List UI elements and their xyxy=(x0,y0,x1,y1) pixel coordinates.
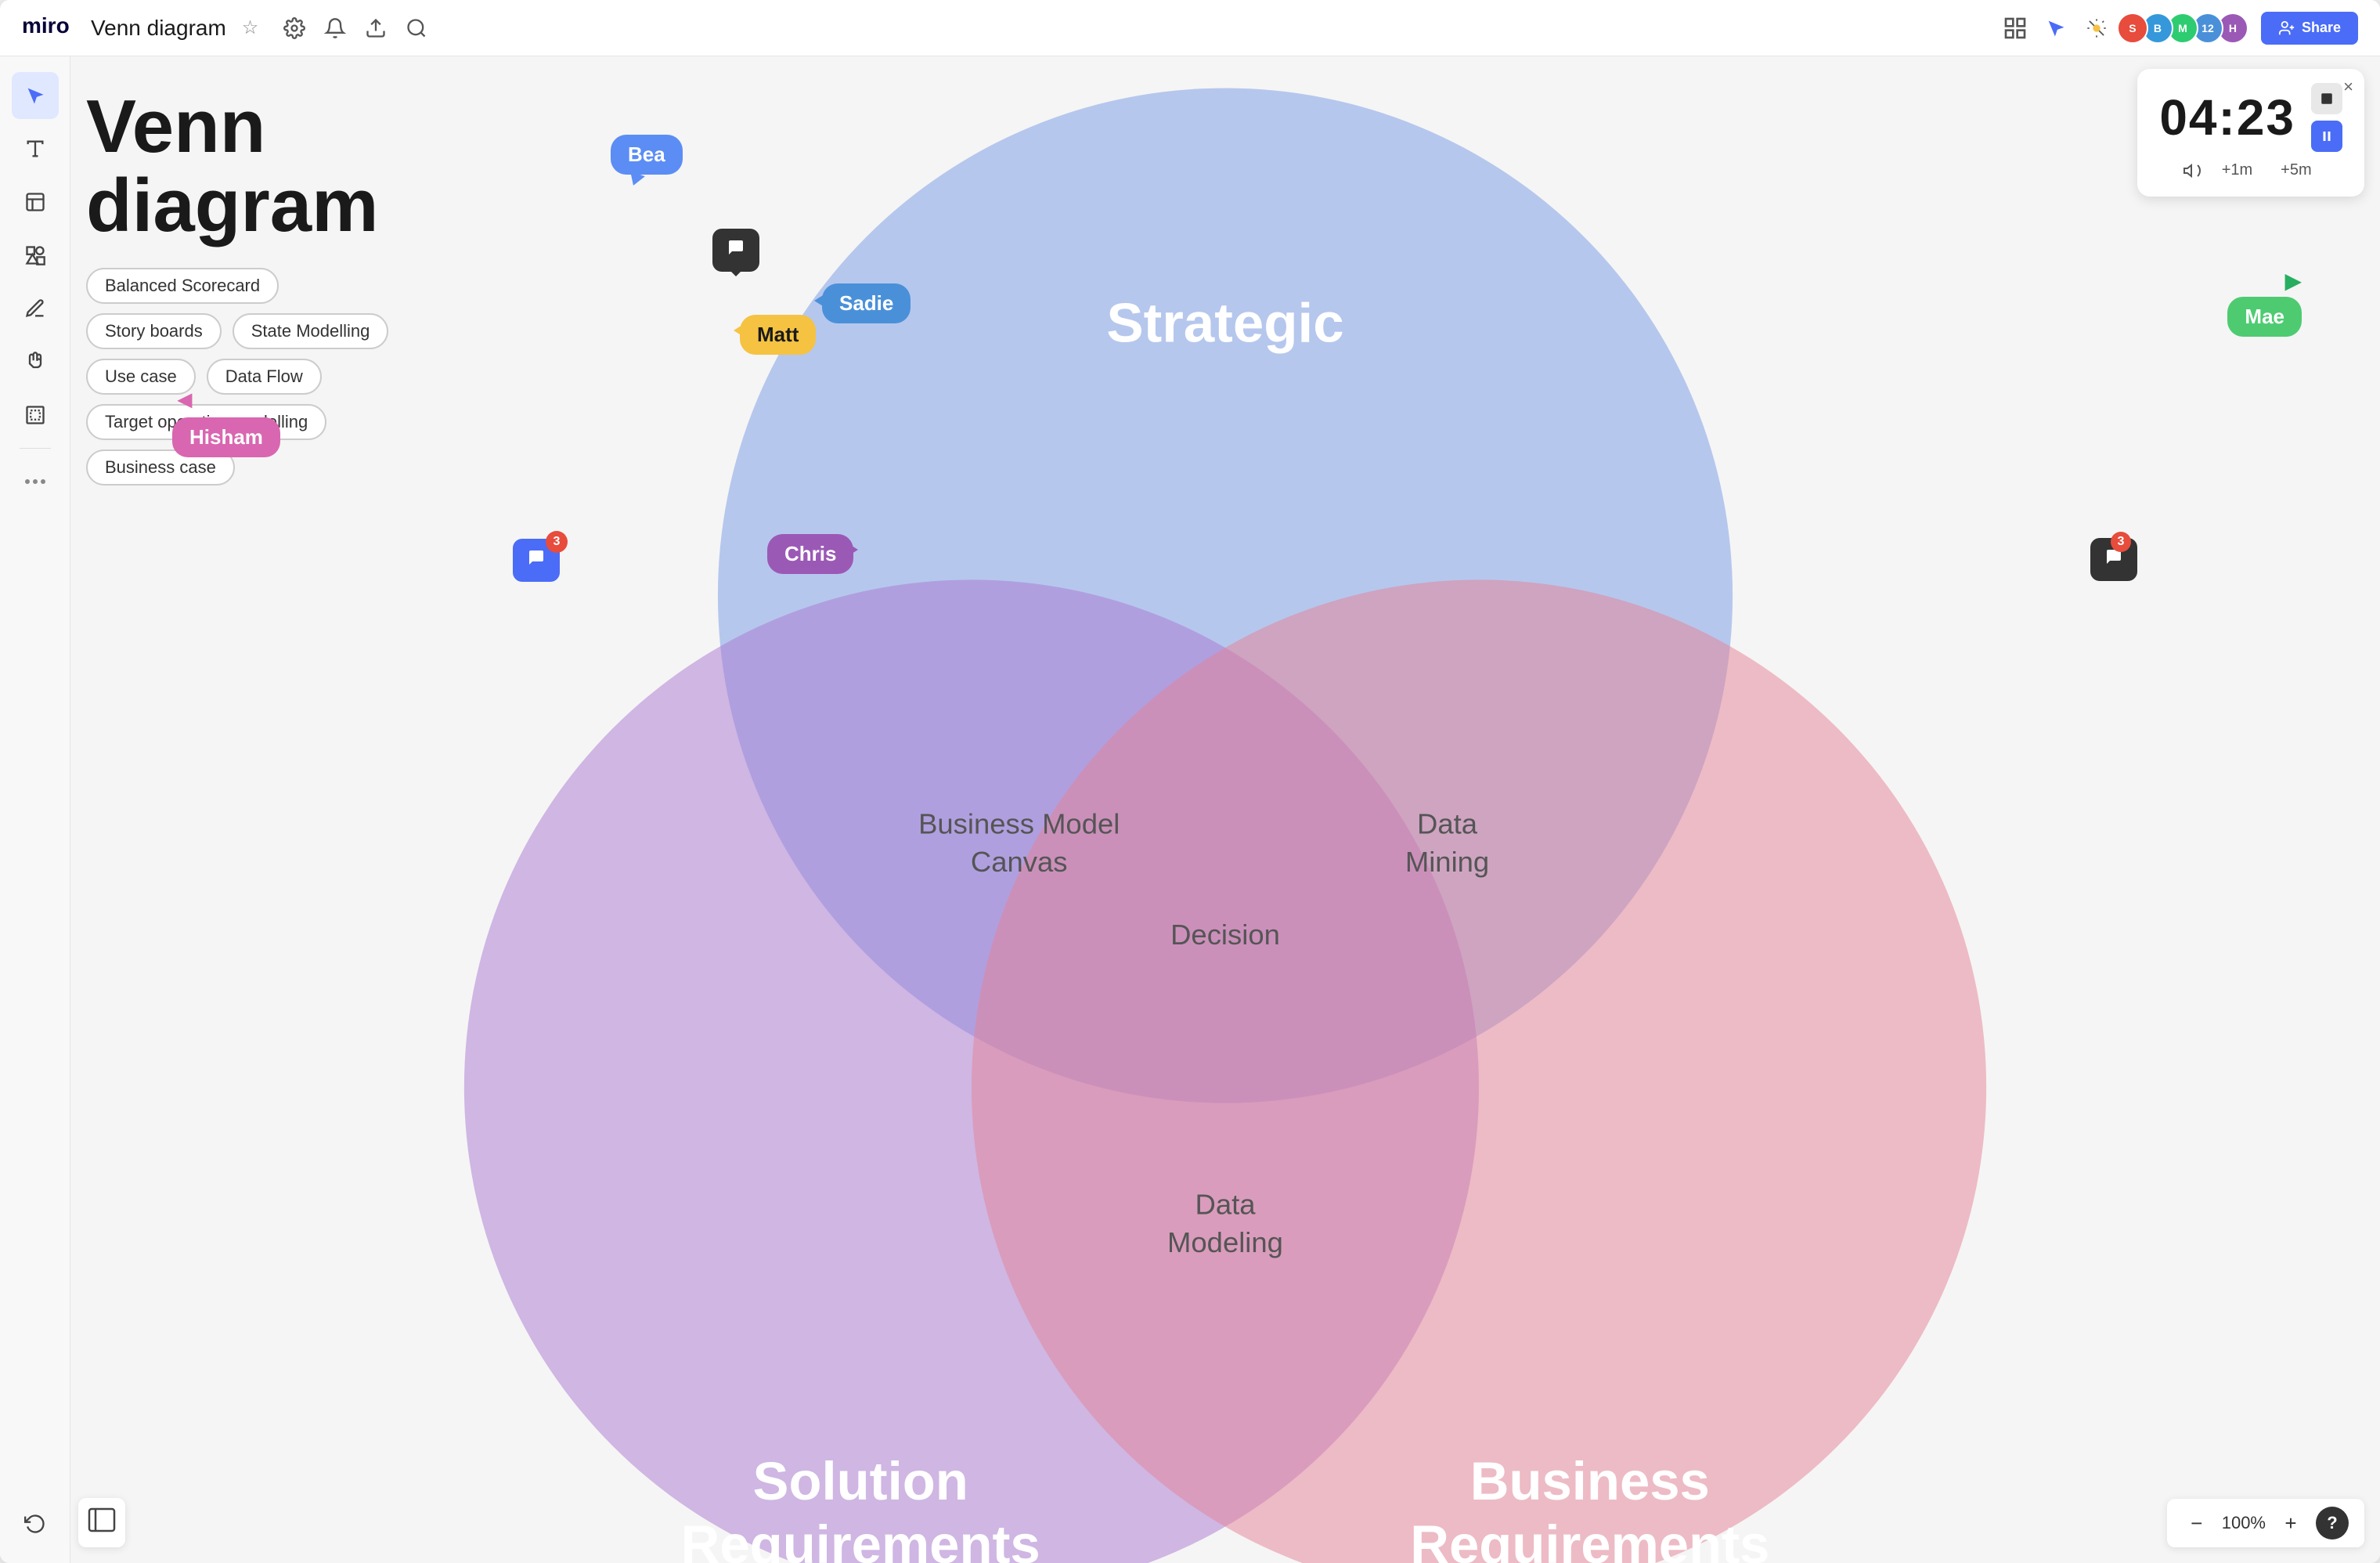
topbar-icons xyxy=(280,14,431,42)
label-business-1: Business xyxy=(1470,1451,1710,1511)
timer-display: 04:23 xyxy=(2159,88,2295,146)
tool-sticky[interactable] xyxy=(12,179,59,226)
label-dm-2: Mining xyxy=(1405,846,1489,878)
tool-shapes[interactable] xyxy=(12,232,59,279)
reactions-icon[interactable] xyxy=(2082,14,2111,42)
tag-story-boards[interactable]: Story boards xyxy=(86,313,222,349)
timer-controls: +1m +5m xyxy=(2183,158,2320,182)
help-button[interactable]: ? xyxy=(2316,1507,2349,1540)
star-icon[interactable]: ☆ xyxy=(242,16,259,39)
cursor-chris: Chris xyxy=(767,534,853,574)
share-label: Share xyxy=(2302,20,2341,36)
tool-cursor[interactable] xyxy=(12,72,59,119)
comment-bubble-2[interactable]: 3 xyxy=(2090,538,2137,581)
label-dm-1: Data xyxy=(1417,807,1478,839)
topbar: miro Venn diagram ☆ xyxy=(0,0,2380,56)
tag-row-2: Story boards State Modelling xyxy=(86,313,388,349)
tag-balanced-scorecard[interactable]: Balanced Scorecard xyxy=(86,268,279,304)
cursor-mode-icon[interactable] xyxy=(2042,14,2070,42)
label-decision: Decision xyxy=(1170,919,1280,951)
timer-close-button[interactable]: × xyxy=(2343,77,2353,97)
tool-more[interactable] xyxy=(12,458,59,505)
circle-business xyxy=(972,579,1986,1563)
topbar-right: S B M 12 H Share xyxy=(2001,12,2358,45)
diagram-title: Venn diagram xyxy=(86,88,388,246)
zoom-out-button[interactable]: − xyxy=(2183,1509,2211,1537)
app-container: miro Venn diagram ☆ xyxy=(0,0,2380,1563)
cursor-sadie: Sadie xyxy=(822,283,911,323)
label-solution-1: Solution xyxy=(753,1451,968,1511)
label-datamod-1: Data xyxy=(1195,1188,1257,1220)
tool-undo[interactable] xyxy=(12,1500,59,1547)
zoom-in-button[interactable]: + xyxy=(2277,1509,2305,1537)
tool-pen[interactable] xyxy=(12,285,59,332)
notifications-icon[interactable] xyxy=(321,14,349,42)
cursor-bea: Bea xyxy=(611,135,683,193)
label-bm-1: Business Model xyxy=(918,807,1120,839)
canvas-area[interactable]: Venn diagram Balanced Scorecard Story bo… xyxy=(70,56,2380,1563)
cursor-matt: Matt xyxy=(740,315,816,355)
left-toolbar xyxy=(0,56,70,1563)
cursor-mae: ▶ Mae xyxy=(2227,268,2302,337)
tool-frame[interactable] xyxy=(12,392,59,439)
svg-text:miro: miro xyxy=(22,14,69,38)
timer-plus5m-button[interactable]: +5m xyxy=(2273,158,2319,182)
zoom-controls: − 100% + ? xyxy=(2167,1499,2364,1547)
main-area: Venn diagram Balanced Scorecard Story bo… xyxy=(0,56,2380,1563)
timer-stop-button[interactable] xyxy=(2311,83,2342,114)
avatar-1: S xyxy=(2117,13,2148,44)
cursor-hisham: ◄ Hisham xyxy=(172,385,280,457)
miro-logo[interactable]: miro xyxy=(22,14,69,42)
tag-row-1: Balanced Scorecard xyxy=(86,268,388,304)
apps-grid-icon[interactable] xyxy=(2001,14,2029,42)
label-solution-2: Requirements xyxy=(681,1514,1040,1563)
tool-text[interactable] xyxy=(12,125,59,172)
zoom-level: 100% xyxy=(2222,1513,2266,1533)
label-bm-2: Canvas xyxy=(971,846,1068,878)
collaborators-avatars: S B M 12 H xyxy=(2123,13,2248,44)
search-icon[interactable] xyxy=(402,14,431,42)
venn-diagram-svg: Strategic Solution Requirements Business… xyxy=(70,56,2380,1563)
tag-state-modelling[interactable]: State Modelling xyxy=(233,313,389,349)
upload-icon[interactable] xyxy=(362,14,390,42)
comment-bubble-1[interactable] xyxy=(712,229,759,272)
label-strategic: Strategic xyxy=(1106,293,1343,355)
label-datamod-2: Modeling xyxy=(1167,1226,1283,1258)
timer-plus1m-button[interactable]: +1m xyxy=(2214,158,2260,182)
panel-toggle-button[interactable] xyxy=(78,1498,125,1547)
share-button[interactable]: Share xyxy=(2261,12,2358,45)
label-business-2: Requirements xyxy=(1410,1514,1769,1563)
tool-hand[interactable] xyxy=(12,338,59,385)
timer-pause-button[interactable] xyxy=(2311,121,2342,152)
settings-icon[interactable] xyxy=(280,14,308,42)
timer-widget: × 04:23 xyxy=(2137,69,2364,197)
doc-title: Venn diagram xyxy=(91,16,226,41)
comment-bubble-3[interactable]: 3 xyxy=(513,539,560,582)
tool-separator xyxy=(20,448,51,449)
